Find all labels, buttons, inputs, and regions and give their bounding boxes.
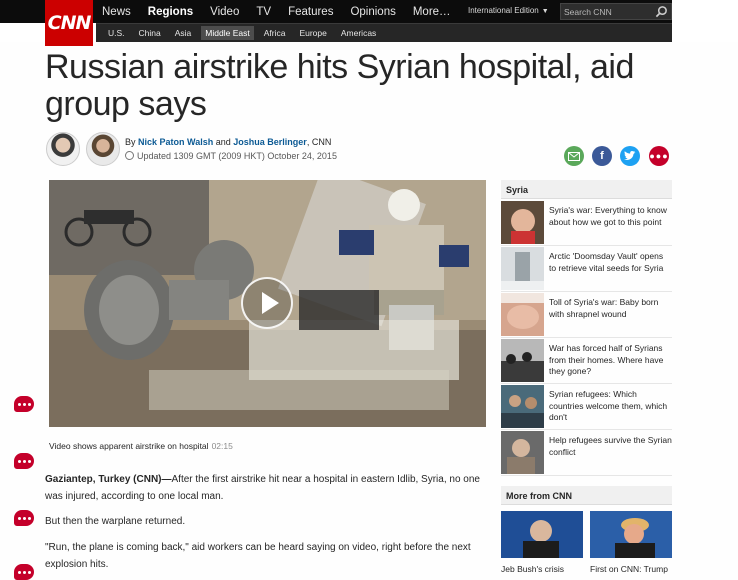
subnav-middle-east[interactable]: Middle East bbox=[201, 25, 254, 40]
sidebar-item[interactable]: Syrian refugees: Which countries welcome… bbox=[501, 384, 672, 430]
clock-icon bbox=[125, 151, 134, 160]
comment-icon[interactable] bbox=[14, 564, 34, 580]
nav-features[interactable]: Features bbox=[288, 6, 333, 18]
sidebar-item[interactable]: Syria's war: Everything to know about ho… bbox=[501, 200, 672, 246]
sidebar-item-text: War has forced half of Syrians from thei… bbox=[549, 343, 664, 376]
nav-regions[interactable]: Regions bbox=[148, 6, 193, 18]
paragraph-2: But then the warplane returned. bbox=[45, 516, 186, 527]
author-avatar-2[interactable] bbox=[86, 132, 120, 166]
dateline: Gaziantep, Turkey (CNN)— bbox=[45, 474, 172, 485]
byline-and: and bbox=[215, 137, 231, 147]
twitter-icon bbox=[624, 151, 636, 160]
nav-video[interactable]: Video bbox=[210, 6, 239, 18]
search-box[interactable] bbox=[560, 3, 672, 20]
sidebar-item[interactable]: Arctic 'Doomsday Vault' opens to retriev… bbox=[501, 246, 672, 292]
sidebar-thumb bbox=[501, 293, 544, 336]
author-avatar-1[interactable] bbox=[46, 132, 80, 166]
sidebar-item-text: Arctic 'Doomsday Vault' opens to retriev… bbox=[549, 251, 664, 273]
cnn-logo[interactable]: CNN bbox=[45, 0, 93, 46]
regions-subnav: U.S. China Asia Middle East Africa Europ… bbox=[104, 23, 386, 42]
more-from-cnn-title: More from CNN bbox=[501, 486, 672, 505]
subnav-africa[interactable]: Africa bbox=[260, 26, 290, 40]
edition-selector[interactable]: International Edition ▼ bbox=[468, 6, 549, 15]
more-item-1[interactable] bbox=[501, 511, 583, 558]
share-facebook-button[interactable]: f bbox=[592, 146, 612, 166]
sidebar-title: Syria bbox=[501, 180, 672, 199]
paragraph-3: "Run, the plane is coming back," aid wor… bbox=[45, 542, 471, 570]
author-link-1[interactable]: Nick Paton Walsh bbox=[138, 137, 213, 147]
sidebar-thumb bbox=[501, 339, 544, 382]
byline-outlet: , CNN bbox=[306, 137, 332, 147]
share-email-button[interactable] bbox=[564, 146, 584, 166]
author-link-2[interactable]: Joshua Berlinger bbox=[233, 137, 307, 147]
updated-timestamp: Updated 1309 GMT (2009 HKT) October 24, … bbox=[125, 151, 337, 161]
play-button[interactable] bbox=[241, 277, 293, 329]
sidebar-item[interactable]: Toll of Syria's war: Baby born with shra… bbox=[501, 292, 672, 338]
subnav-americas[interactable]: Americas bbox=[337, 26, 380, 40]
more-thumb-2 bbox=[590, 511, 672, 558]
sidebar-item[interactable]: War has forced half of Syrians from thei… bbox=[501, 338, 672, 384]
search-icon[interactable] bbox=[655, 5, 668, 18]
chevron-down-icon: ▼ bbox=[541, 8, 549, 15]
search-input[interactable] bbox=[564, 5, 654, 18]
more-item-2[interactable] bbox=[590, 511, 672, 558]
sidebar-thumb bbox=[501, 247, 544, 290]
sidebar-item-text: Syrian refugees: Which countries welcome… bbox=[549, 389, 668, 422]
nav-news[interactable]: News bbox=[102, 6, 131, 18]
video-duration: 02:15 bbox=[211, 441, 233, 451]
comment-icon[interactable] bbox=[14, 453, 34, 469]
primary-nav: News Regions Video TV Features Opinions … bbox=[102, 0, 468, 23]
subnav-china[interactable]: China bbox=[135, 26, 165, 40]
nav-opinions[interactable]: Opinions bbox=[350, 6, 395, 18]
page-title: Russian airstrike hits Syrian hospital, … bbox=[45, 48, 634, 123]
email-icon bbox=[568, 151, 580, 161]
sidebar-thumb bbox=[501, 385, 544, 428]
sidebar-item-text: Syria's war: Everything to know about ho… bbox=[549, 205, 667, 227]
nav-tv[interactable]: TV bbox=[256, 6, 271, 18]
more-dots-icon: ●●● bbox=[649, 151, 669, 161]
sidebar-item-text: Help refugees survive the Syrian conflic… bbox=[549, 435, 672, 457]
subnav-europe[interactable]: Europe bbox=[295, 26, 330, 40]
share-more-button[interactable]: ●●● bbox=[649, 146, 669, 166]
sidebar-thumb bbox=[501, 431, 544, 474]
subnav-us[interactable]: U.S. bbox=[104, 26, 129, 40]
sidebar-item[interactable]: Help refugees survive the Syrian conflic… bbox=[501, 430, 672, 476]
video-caption: Video shows apparent airstrike on hospit… bbox=[49, 441, 233, 451]
subnav-asia[interactable]: Asia bbox=[171, 26, 196, 40]
byline-prefix: By bbox=[125, 137, 136, 147]
sidebar-thumb bbox=[501, 201, 544, 244]
comment-icon[interactable] bbox=[14, 510, 34, 526]
video-caption-text: Video shows apparent airstrike on hospit… bbox=[49, 441, 209, 451]
more-thumb-1 bbox=[501, 511, 583, 558]
sidebar-item-text: Toll of Syria's war: Baby born with shra… bbox=[549, 297, 659, 319]
updated-text: Updated 1309 GMT (2009 HKT) October 24, … bbox=[137, 151, 337, 161]
paragraph-1: Gaziantep, Turkey (CNN)—After the first … bbox=[45, 471, 485, 505]
nav-more[interactable]: More… bbox=[413, 6, 451, 18]
edition-label: International Edition bbox=[468, 6, 539, 15]
byline: By Nick Paton Walsh and Joshua Berlinger… bbox=[125, 137, 331, 147]
share-twitter-button[interactable] bbox=[620, 146, 640, 166]
facebook-icon: f bbox=[600, 150, 604, 162]
comment-icon[interactable] bbox=[14, 396, 34, 412]
